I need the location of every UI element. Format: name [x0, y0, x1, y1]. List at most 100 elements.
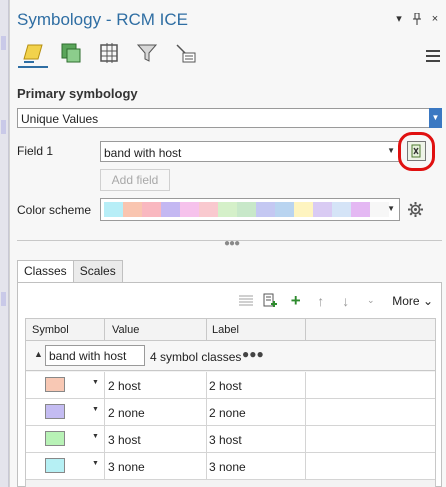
move-up-icon[interactable]: ↑ [313, 293, 328, 309]
column-separator [206, 399, 207, 426]
gear-icon[interactable] [407, 201, 424, 218]
symbol-swatch[interactable] [45, 458, 65, 473]
table-row[interactable]: ▼ 3 host 3 host [26, 426, 435, 453]
collapse-triangle-icon[interactable]: ▲ [34, 349, 43, 359]
column-separator [104, 319, 105, 341]
color-swatch [180, 202, 199, 217]
tab-scales[interactable]: Scales [72, 260, 123, 282]
label-cell[interactable]: 2 host [209, 379, 242, 393]
highlight-circle [398, 132, 435, 171]
primary-symbology-tab[interactable] [18, 38, 48, 68]
field1-value: band with host [104, 146, 182, 160]
symbol-swatch[interactable] [45, 377, 65, 392]
more-options-icon[interactable]: ●●● [242, 347, 264, 361]
column-header-symbol[interactable]: Symbol [32, 324, 69, 336]
add-field-button[interactable]: Add field [100, 169, 170, 191]
chevron-down-icon[interactable]: ▼ [387, 146, 395, 155]
field1-label: Field 1 [17, 144, 54, 158]
label-cell[interactable]: 2 none [209, 406, 246, 420]
table-row[interactable]: ▼ 2 none 2 none [26, 399, 435, 426]
strip-mark [1, 120, 6, 134]
renderer-dropdown[interactable]: Unique Values ▼ [17, 108, 442, 128]
classes-tab-body: + ↑ ↓ ⌄ More ⌄ Symbol Value Label ▲ band… [17, 282, 442, 487]
splitter-grip-icon[interactable]: ●●● [224, 238, 240, 249]
title-bar: Symbology - RCM ICE ▾ × [10, 0, 446, 40]
add-icon[interactable]: + [288, 291, 303, 310]
color-swatch [218, 202, 237, 217]
color-swatch [294, 202, 313, 217]
color-swatch [351, 202, 370, 217]
list-view-icon[interactable] [238, 293, 253, 308]
color-swatch [256, 202, 275, 217]
label-classes-tab[interactable] [170, 38, 200, 68]
group-field-box[interactable]: band with host [45, 345, 145, 366]
symbol-swatch[interactable] [45, 404, 65, 419]
value-cell[interactable]: 3 none [108, 460, 145, 474]
column-separator [206, 426, 207, 453]
column-separator [104, 399, 105, 426]
chevron-down-icon[interactable]: ▼ [92, 379, 99, 386]
close-icon[interactable]: × [429, 13, 441, 25]
table-row[interactable]: ▼ 2 host 2 host [26, 372, 435, 399]
color-scheme-swatches [104, 202, 389, 217]
column-header-label[interactable]: Label [212, 324, 239, 336]
table-header: Symbol Value Label [26, 319, 435, 341]
tab-classes[interactable]: Classes [17, 260, 74, 282]
value-cell[interactable]: 2 host [108, 379, 141, 393]
column-separator [305, 372, 306, 399]
chevron-down-icon[interactable]: ▼ [92, 460, 99, 467]
color-swatch [313, 202, 332, 217]
left-background-strip [0, 0, 9, 487]
color-swatch [275, 202, 294, 217]
renderer-value: Unique Values [21, 112, 99, 126]
pane-title: Symbology - RCM ICE [17, 10, 188, 29]
symbol-class-count: 4 symbol classes [150, 350, 242, 364]
lower-tabs: Classes Scales [17, 260, 123, 282]
pin-icon[interactable] [411, 12, 423, 25]
symbology-pane: Symbology - RCM ICE ▾ × Primary symbolog… [9, 0, 446, 487]
column-header-value[interactable]: Value [112, 324, 139, 336]
chevron-down-icon[interactable]: ▼ [429, 108, 442, 128]
symbol-layers-tab[interactable] [94, 38, 124, 68]
move-down-icon[interactable]: ↓ [338, 293, 353, 309]
table-row[interactable]: ▼ 3 none 3 none [26, 453, 435, 480]
collapse-icon[interactable]: ⌄ [363, 293, 378, 308]
color-swatch [123, 202, 142, 217]
chevron-down-icon[interactable]: ▼ [387, 204, 395, 213]
column-separator [305, 453, 306, 480]
classes-table: Symbol Value Label ▲ band with host 4 sy… [25, 318, 436, 487]
column-separator [206, 372, 207, 399]
label-classes-icon [176, 44, 196, 63]
symbology-toolbar [18, 38, 200, 72]
value-cell[interactable]: 2 none [108, 406, 145, 420]
filter-icon [136, 44, 158, 62]
color-scheme-label: Color scheme [17, 203, 92, 217]
label-cell[interactable]: 3 host [209, 433, 242, 447]
hamburger-menu-icon[interactable] [426, 50, 440, 62]
vary-symbology-tab[interactable] [56, 38, 86, 68]
column-separator [206, 319, 207, 341]
column-separator [305, 319, 306, 341]
filter-tab[interactable] [132, 38, 162, 68]
column-separator [206, 453, 207, 480]
color-swatch [142, 202, 161, 217]
title-buttons: ▾ × [393, 12, 441, 25]
color-swatch [199, 202, 218, 217]
field1-dropdown[interactable]: band with host ▼ [100, 141, 400, 162]
color-swatch [104, 202, 123, 217]
chevron-down-icon[interactable]: ▼ [92, 433, 99, 440]
column-separator [305, 399, 306, 426]
group-header-row[interactable]: ▲ band with host 4 symbol classes ●●● [26, 341, 435, 371]
vary-symbology-icon [61, 43, 81, 63]
add-all-values-icon[interactable] [263, 293, 278, 308]
classes-panel: Classes Scales + ↑ ↓ ⌄ More ⌄ Symbol Val… [17, 260, 442, 487]
symbol-swatch[interactable] [45, 431, 65, 446]
label-cell[interactable]: 3 none [209, 460, 246, 474]
more-label: More [392, 293, 420, 308]
more-menu[interactable]: More ⌄ [392, 294, 433, 308]
color-scheme-dropdown[interactable]: ▼ [100, 198, 400, 221]
value-cell[interactable]: 3 host [108, 433, 141, 447]
minimize-icon[interactable]: ▾ [393, 13, 405, 25]
chevron-down-icon[interactable]: ▼ [92, 406, 99, 413]
strip-mark [1, 36, 6, 50]
